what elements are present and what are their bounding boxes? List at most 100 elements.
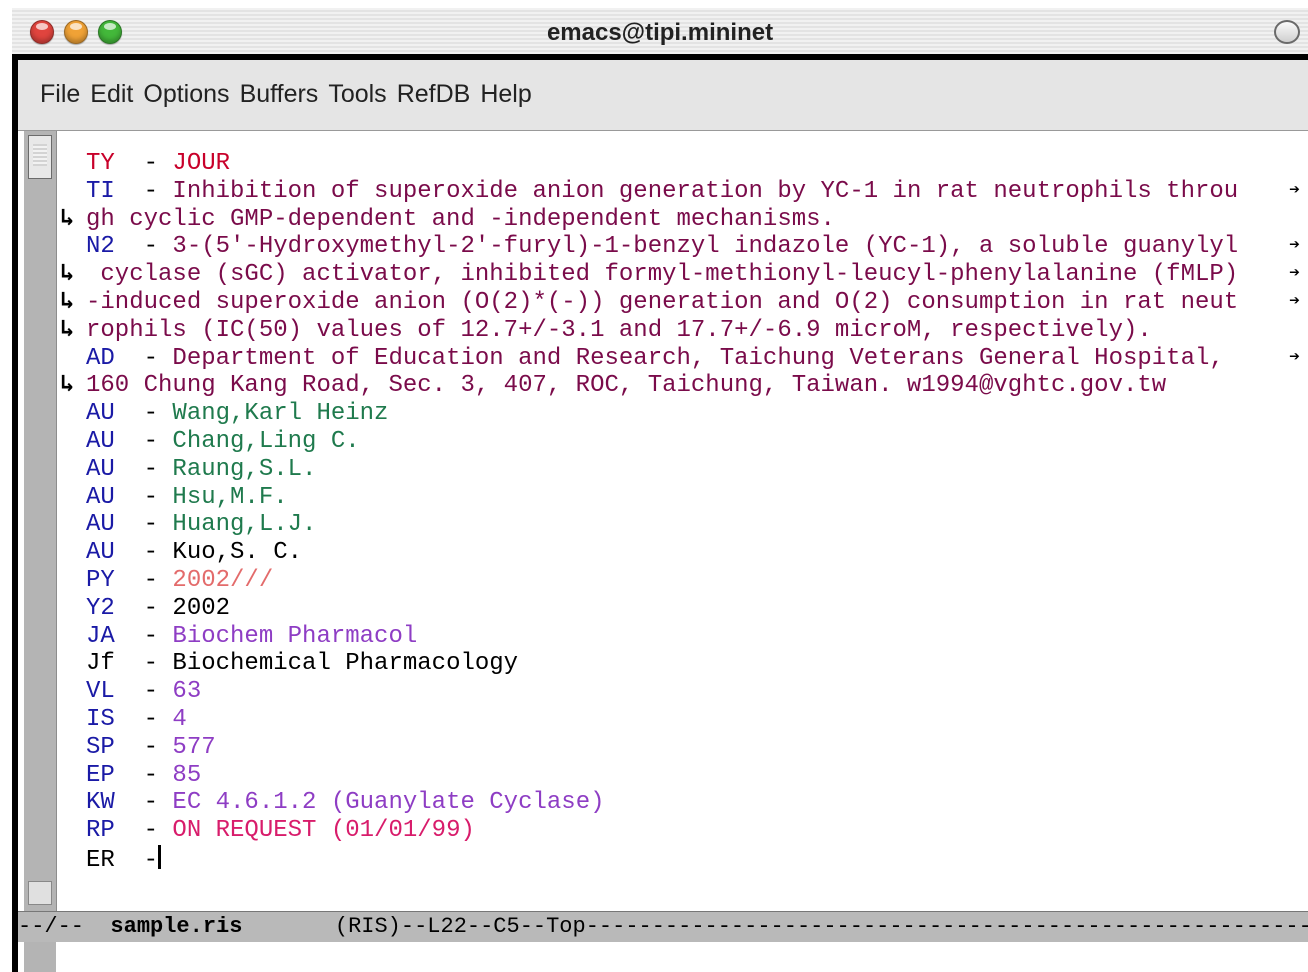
modeline-prefix: --/-- — [18, 914, 111, 939]
ris-tag: VL — [86, 678, 115, 706]
ris-tag: PY — [86, 566, 115, 594]
ris-value: EC 4.6.1.2 (Guanylate Cyclase) — [172, 789, 605, 817]
menu-help[interactable]: Help — [480, 80, 531, 109]
menu-options[interactable]: Options — [143, 80, 229, 109]
ris-separator: - — [114, 483, 173, 511]
ris-tag: KW — [86, 789, 115, 817]
toolbar-toggle-button[interactable] — [1274, 20, 1300, 44]
ris-separator: - — [114, 233, 173, 261]
ris-tag: RP — [86, 817, 115, 845]
buffer-line[interactable]: IS - 4 — [60, 706, 1300, 734]
ris-value: 85 — [172, 761, 202, 789]
ris-separator: - — [114, 344, 173, 372]
ris-separator: - — [114, 511, 173, 539]
ris-separator: - — [114, 733, 173, 761]
ris-separator: - — [114, 400, 173, 428]
menu-tools[interactable]: Tools — [328, 80, 386, 109]
buffer-text[interactable]: TY - JOUR TI - Inhibition of superoxide a… — [60, 150, 1300, 874]
ris-value: 2002/// — [172, 566, 274, 594]
buffer-line[interactable]: EP - 85 — [60, 762, 1300, 790]
ris-value: Inhibition of superoxide anion generatio… — [172, 177, 1239, 205]
ris-tag: Y2 — [86, 594, 115, 622]
ris-value: gh cyclic GMP-dependent and -independent… — [86, 205, 835, 233]
mode-line: --/-- sample.ris (RIS)--L22--C5--Top----… — [18, 911, 1308, 942]
buffer-line[interactable]: AU - Wang,Karl Heinz — [60, 400, 1300, 428]
buffer-line[interactable]: KW - EC 4.6.1.2 (Guanylate Cyclase) — [60, 789, 1300, 817]
ris-value: Hsu,M.F. — [172, 483, 288, 511]
buffer-line[interactable]: PY - 2002/// — [60, 567, 1300, 595]
buffer-line[interactable]: JA - Biochem Pharmacol — [60, 623, 1300, 651]
ris-value: Department of Education and Research, Ta… — [172, 344, 1239, 372]
line-continuation-icon: ➔ — [1289, 264, 1300, 285]
scrollbar-resize-handle[interactable] — [28, 881, 52, 905]
modeline-status: (RIS)--L22--C5--Top---------------------… — [242, 914, 1308, 939]
ris-tag: TY — [86, 150, 115, 177]
line-continuation-icon: ➔ — [1289, 347, 1300, 368]
ris-value: 63 — [172, 678, 202, 706]
minibuffer[interactable] — [18, 942, 1308, 972]
ris-separator: - — [114, 678, 173, 706]
ris-separator: - — [114, 177, 173, 205]
menu-edit[interactable]: Edit — [90, 80, 133, 109]
line-continuation-icon: ➔ — [1289, 180, 1300, 201]
ris-tag: AU — [86, 539, 115, 567]
ris-separator: - — [114, 566, 173, 594]
ris-value: Biochem Pharmacol — [172, 622, 418, 650]
ris-tag: IS — [86, 705, 115, 733]
buffer-line[interactable]: AU - Raung,S.L. — [60, 456, 1300, 484]
buffer-line[interactable]: ↳ cyclase (sGC) activator, inhibited for… — [60, 261, 1300, 289]
ris-value: -induced superoxide anion (O(2)*(-)) gen… — [86, 288, 1239, 316]
ris-separator: - — [114, 539, 173, 567]
frame-left-border — [12, 54, 18, 972]
ris-tag: AU — [86, 400, 115, 428]
buffer-line[interactable]: TY - JOUR — [60, 150, 1300, 178]
ris-tag: JA — [86, 622, 115, 650]
ris-tag: AD — [86, 344, 115, 372]
buffer-line[interactable]: TI - Inhibition of superoxide anion gene… — [60, 178, 1300, 206]
ris-separator: - — [114, 455, 173, 483]
minibuffer-scrollbar[interactable] — [24, 942, 56, 972]
ris-tag: Jf — [86, 650, 115, 678]
buffer-line[interactable]: AU - Hsu,M.F. — [60, 484, 1300, 512]
ris-value: Wang,Karl Heinz — [172, 400, 389, 428]
ris-separator: - — [114, 705, 173, 733]
ris-separator: - — [114, 761, 173, 789]
scrollbar-thumb[interactable] — [28, 135, 52, 179]
ris-separator: - — [114, 817, 173, 845]
ris-tag: AU — [86, 427, 115, 455]
line-continuation-icon: ➔ — [1289, 291, 1300, 312]
buffer-line[interactable]: Y2 - 2002 — [60, 595, 1300, 623]
ris-value: 4 — [172, 705, 187, 733]
buffer-line[interactable]: AU - Kuo,S. C. — [60, 539, 1300, 567]
buffer-line[interactable]: SP - 577 — [60, 734, 1300, 762]
ris-separator: - — [114, 150, 173, 177]
line-wrap-indicator: ↳ — [60, 205, 75, 233]
buffer-line[interactable]: RP - ON REQUEST (01/01/99) — [60, 817, 1300, 845]
buffer-line[interactable]: ↳ gh cyclic GMP-dependent and -independen… — [60, 206, 1300, 234]
buffer-line[interactable]: N2 - 3-(5'-Hydroxymethyl-2'-furyl)-1-ben… — [60, 233, 1300, 261]
buffer-line[interactable]: AU - Chang,Ling C. — [60, 428, 1300, 456]
buffer-line[interactable]: ER - — [60, 844, 1300, 874]
ris-tag: SP — [86, 733, 115, 761]
menu-buffers[interactable]: Buffers — [240, 80, 319, 109]
ris-value: ON REQUEST (01/01/99) — [172, 817, 475, 845]
menu-refdb[interactable]: RefDB — [397, 80, 471, 109]
buffer-line[interactable]: AD - Department of Education and Researc… — [60, 345, 1300, 373]
buffer-line[interactable]: ↳ rophils (IC(50) values of 12.7+/-3.1 an… — [60, 317, 1300, 345]
buffer-line[interactable]: Jf - Biochemical Pharmacology — [60, 650, 1300, 678]
vertical-scrollbar[interactable] — [24, 131, 57, 911]
ris-tag: AU — [86, 483, 115, 511]
ris-tag: AU — [86, 511, 115, 539]
menu-file[interactable]: File — [40, 80, 80, 109]
window-titlebar[interactable]: emacs@tipi.mininet — [12, 8, 1308, 55]
ris-tag: AU — [86, 455, 115, 483]
buffer-line[interactable]: AU - Huang,L.J. — [60, 511, 1300, 539]
ris-value: cyclase (sGC) activator, inhibited formy… — [86, 261, 1239, 289]
ris-value: Huang,L.J. — [172, 511, 317, 539]
buffer-line[interactable]: VL - 63 — [60, 678, 1300, 706]
ris-value: 577 — [172, 733, 216, 761]
buffer-line[interactable]: ↳ 160 Chung Kang Road, Sec. 3, 407, ROC, … — [60, 372, 1300, 400]
ris-tag: N2 — [86, 233, 115, 261]
buffer-line[interactable]: ↳ -induced superoxide anion (O(2)*(-)) ge… — [60, 289, 1300, 317]
line-continuation-icon: ➔ — [1289, 236, 1300, 257]
